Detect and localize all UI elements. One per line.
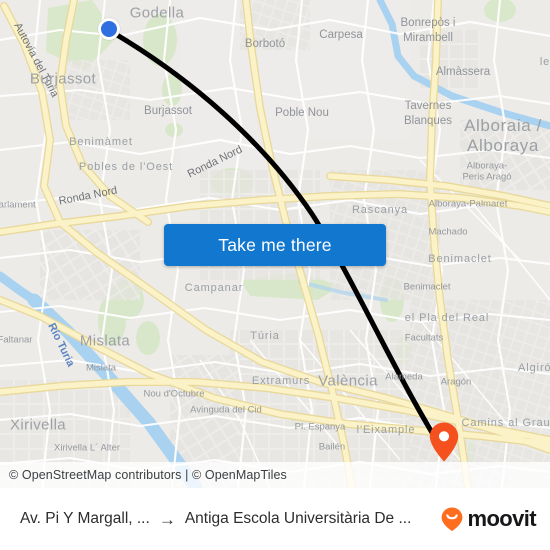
route-origin-label: Av. Pi Y Margall, ... bbox=[20, 510, 150, 527]
moovit-pin-icon bbox=[442, 507, 463, 531]
route-summary[interactable]: Av. Pi Y Margall, ... → Antiga Escola Un… bbox=[0, 510, 439, 528]
route-destination-label: Antiga Escola Universitària De ... bbox=[184, 510, 412, 527]
take-me-there-label: Take me there bbox=[218, 234, 332, 255]
moovit-map-screen: Godella Autovía del Turia Burjassot Burjass… bbox=[0, 0, 550, 550]
origin-marker-icon[interactable] bbox=[98, 18, 120, 40]
arrow-right-icon: → bbox=[158, 509, 176, 529]
attribution-text[interactable]: © OpenStreetMap contributors | © OpenMap… bbox=[0, 468, 287, 482]
moovit-wordmark: moovit bbox=[467, 506, 536, 531]
destination-marker-icon[interactable] bbox=[428, 421, 460, 463]
take-me-there-button[interactable]: Take me there bbox=[164, 224, 386, 266]
footer-bar: Av. Pi Y Margall, ... → Antiga Escola Un… bbox=[0, 488, 550, 550]
map-attribution: © OpenStreetMap contributors | © OpenMap… bbox=[0, 462, 550, 488]
moovit-logo[interactable]: moovit bbox=[439, 506, 550, 532]
map-canvas[interactable]: Godella Autovía del Turia Burjassot Burjass… bbox=[0, 0, 550, 488]
